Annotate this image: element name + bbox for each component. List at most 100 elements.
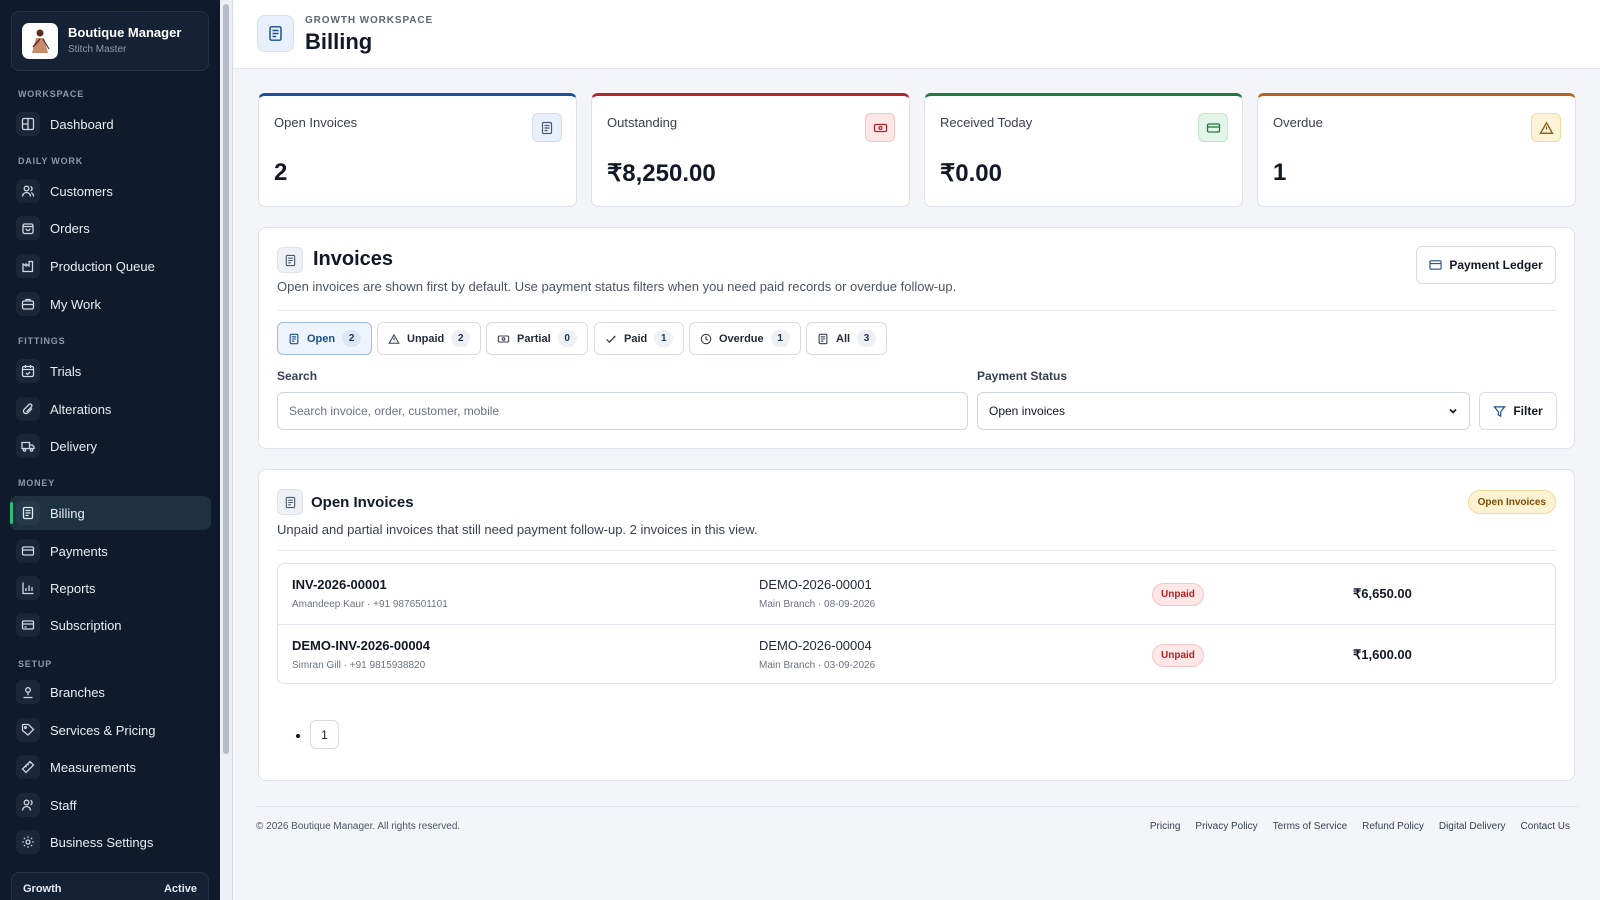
tab-label: All <box>836 332 851 345</box>
footer-link-contact[interactable]: Contact Us <box>1521 821 1570 832</box>
sidebar-item-label: Dashboard <box>50 116 114 132</box>
scrollbar-thumb[interactable] <box>223 4 229 754</box>
sidebar-item-measurements[interactable]: Measurements <box>10 750 211 784</box>
divider <box>277 310 1556 311</box>
sidebar-item-business-settings[interactable]: Business Settings <box>10 825 211 859</box>
factory-icon <box>16 254 40 278</box>
cash-icon <box>497 333 510 345</box>
sidebar-item-dashboard[interactable]: Dashboard <box>10 107 211 141</box>
order-number: DEMO-2026-00004 <box>759 638 872 653</box>
sidebar-item-label: Subscription <box>50 617 122 633</box>
pagination-page[interactable]: 1 <box>310 720 339 749</box>
sidebar-item-trials[interactable]: Trials <box>10 354 211 388</box>
sidebar-item-my-work[interactable]: My Work <box>10 287 211 321</box>
card-icon <box>16 539 40 563</box>
tab-count: 2 <box>451 330 471 347</box>
sidebar-item-label: Customers <box>50 183 113 199</box>
sidebar-item-delivery[interactable]: Delivery <box>10 429 211 463</box>
cash-icon <box>865 113 895 142</box>
receipt-icon <box>288 333 300 345</box>
payment-ledger-button[interactable]: Payment Ledger <box>1416 246 1556 284</box>
tag-icon <box>16 718 40 742</box>
card-icon <box>1198 113 1228 142</box>
tab-overdue[interactable]: Overdue 1 <box>689 322 801 355</box>
footer-link-refund[interactable]: Refund Policy <box>1362 821 1424 832</box>
stat-card-overdue: Overdue 1 <box>1257 93 1576 207</box>
table-row[interactable]: DEMO-INV-2026-00004 Simran Gill · +91 98… <box>278 624 1555 684</box>
sidebar-item-branches[interactable]: Branches <box>10 675 211 709</box>
sidebar-scrollbar[interactable] <box>220 0 233 900</box>
list-title: Open Invoices <box>311 494 414 511</box>
brand-title: Boutique Manager <box>68 25 182 40</box>
invoice-number[interactable]: DEMO-INV-2026-00004 <box>292 638 430 653</box>
invoice-number[interactable]: INV-2026-00001 <box>292 577 387 592</box>
warning-icon <box>388 333 400 345</box>
footer-copyright: © 2026 Boutique Manager. All rights rese… <box>256 821 461 832</box>
sidebar-item-label: Staff <box>50 797 77 813</box>
staff-icon <box>16 793 40 817</box>
section-money: MONEY <box>18 478 56 488</box>
footer-link-digital-delivery[interactable]: Digital Delivery <box>1439 821 1506 832</box>
footer-divider <box>256 806 1579 807</box>
sidebar-item-label: Payments <box>50 543 108 559</box>
brand-card[interactable]: Boutique Manager Stitch Master <box>11 11 209 71</box>
warning-icon <box>1531 113 1561 142</box>
tab-count: 1 <box>770 330 790 347</box>
footer-link-privacy[interactable]: Privacy Policy <box>1195 821 1257 832</box>
sidebar-item-label: Services & Pricing <box>50 722 156 738</box>
receipt-icon <box>817 333 829 345</box>
sidebar-item-services-pricing[interactable]: Services & Pricing <box>10 713 211 747</box>
stat-value: 2 <box>274 159 288 186</box>
stat-value: ₹8,250.00 <box>607 160 716 187</box>
footer-links: Pricing Privacy Policy Terms of Service … <box>1150 821 1570 832</box>
stat-label: Received Today <box>940 115 1033 130</box>
footer-link-pricing[interactable]: Pricing <box>1150 821 1181 832</box>
plan-card[interactable]: Growth Active <box>11 872 209 900</box>
status-badge: Unpaid <box>1152 644 1204 667</box>
tab-label: Paid <box>624 332 648 345</box>
tab-label: Overdue <box>719 332 764 345</box>
grid-icon <box>16 112 40 136</box>
brand-subtitle: Stitch Master <box>68 44 127 55</box>
gear-icon <box>16 830 40 854</box>
sidebar-item-billing[interactable]: Billing <box>10 496 211 530</box>
ledger-icon <box>1429 259 1442 271</box>
sidebar-item-reports[interactable]: Reports <box>10 571 211 605</box>
stat-value: 1 <box>1273 159 1287 186</box>
payment-ledger-label: Payment Ledger <box>1449 258 1543 272</box>
search-label: Search <box>277 369 318 383</box>
plan-name: Growth <box>23 883 62 895</box>
sidebar-item-payments[interactable]: Payments <box>10 534 211 568</box>
stat-label: Open Invoices <box>274 115 358 130</box>
stat-label: Overdue <box>1273 115 1323 130</box>
sidebar-item-orders[interactable]: Orders <box>10 211 211 245</box>
sidebar-item-staff[interactable]: Staff <box>10 788 211 822</box>
filter-button[interactable]: Filter <box>1479 392 1557 430</box>
tab-count: 2 <box>342 330 362 347</box>
section-description: Open invoices are shown first by default… <box>277 279 957 294</box>
search-input[interactable]: Search invoice, order, customer, mobile <box>277 392 968 430</box>
tab-paid[interactable]: Paid 1 <box>594 322 685 355</box>
receipt-icon <box>532 113 562 142</box>
tab-partial[interactable]: Partial 0 <box>486 322 588 355</box>
footer-link-terms[interactable]: Terms of Service <box>1273 821 1347 832</box>
sidebar-item-label: Measurements <box>50 759 136 775</box>
calendar-icon <box>16 359 40 383</box>
sidebar-item-subscription[interactable]: Subscription <box>10 608 211 642</box>
map-pin-icon <box>16 680 40 704</box>
sidebar-item-label: Business Settings <box>50 834 154 850</box>
sidebar-item-alterations[interactable]: Alterations <box>10 392 211 426</box>
tab-all[interactable]: All 3 <box>806 322 888 355</box>
sidebar-item-customers[interactable]: Customers <box>10 174 211 208</box>
ruler-icon <box>16 755 40 779</box>
table-row[interactable]: INV-2026-00001 Amandeep Kaur · +91 98765… <box>278 564 1555 624</box>
tab-unpaid[interactable]: Unpaid 2 <box>377 322 482 355</box>
tab-open[interactable]: Open 2 <box>277 322 373 355</box>
payment-status-select[interactable]: Open invoices <box>977 392 1470 430</box>
invoice-table: INV-2026-00001 Amandeep Kaur · +91 98765… <box>277 563 1556 684</box>
sidebar-item-production-queue[interactable]: Production Queue <box>10 249 211 283</box>
truck-icon <box>16 434 40 458</box>
brand-logo <box>22 23 58 59</box>
plan-status: Active <box>163 883 197 895</box>
sidebar-item-label: Reports <box>50 580 96 596</box>
